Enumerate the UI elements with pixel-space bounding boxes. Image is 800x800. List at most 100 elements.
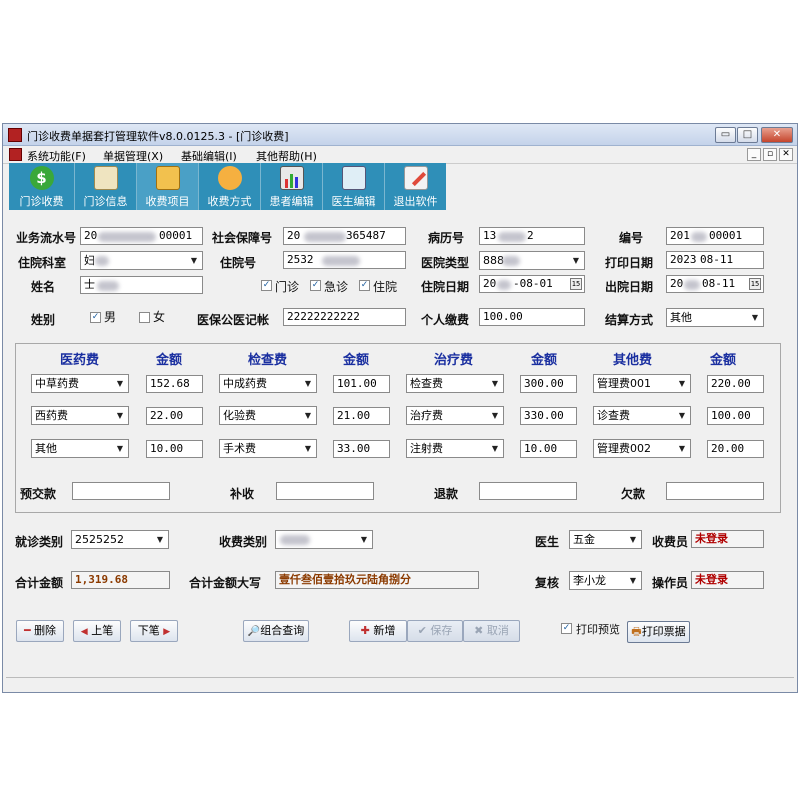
prev-button[interactable]: ◀ 上笔 — [73, 620, 121, 642]
outpatient-checkbox[interactable]: ✓ — [261, 280, 272, 291]
redaction-blur — [97, 281, 119, 291]
delete-button[interactable]: ━ 删除 — [16, 620, 64, 642]
female-checkbox[interactable] — [139, 312, 150, 323]
admit-date-input[interactable]: 20 -08-01 15 — [479, 275, 585, 293]
chevron-down-icon: ▼ — [156, 535, 164, 544]
fee-amount-input[interactable]: 21.00 — [333, 407, 390, 425]
refund-input[interactable] — [479, 482, 577, 500]
toolbar-charge-items[interactable]: 收费项目 — [137, 163, 199, 210]
fee-amount-input[interactable]: 10.00 — [520, 440, 577, 458]
print-button[interactable]: 🖶打印票据 — [627, 621, 690, 643]
owed-input[interactable] — [666, 482, 764, 500]
menu-basic-edit[interactable]: 基础编辑(I) — [181, 148, 237, 164]
fee-item-select[interactable]: 检查费 ▼ — [406, 374, 504, 393]
fee-column-header: 其他费 — [613, 353, 653, 368]
print-date-suffix: 08-11 — [700, 253, 734, 266]
toolbar-charge-method[interactable]: 收费方式 — [199, 163, 261, 210]
serial-input[interactable]: 20 00001 — [80, 227, 203, 245]
fee-column-header: 检查费 — [248, 353, 288, 368]
admit-date-label: 住院日期 — [421, 280, 470, 294]
record-suffix: 2 — [527, 229, 534, 242]
supplement-input[interactable] — [276, 482, 374, 500]
review-select[interactable]: 李小龙 ▼ — [569, 571, 642, 590]
name-input[interactable]: 士 — [80, 276, 203, 294]
fee-item-select[interactable]: 诊查费 ▼ — [593, 406, 691, 425]
toolbar-outpatient-charge[interactable]: $ 门诊收费 — [9, 163, 75, 210]
serial-prefix: 20 — [84, 229, 98, 242]
hospital-type-select[interactable]: 888 ▼ — [479, 251, 585, 270]
fee-item-select[interactable]: 中成药费 ▼ — [219, 374, 317, 393]
discharge-date-input[interactable]: 20 08-11 15 — [666, 275, 764, 293]
menu-help[interactable]: 其他帮助(H) — [256, 148, 317, 164]
fee-item-select[interactable]: 手术费 ▼ — [219, 439, 317, 458]
fee-item-select[interactable]: 注射费 ▼ — [406, 439, 504, 458]
inpatient-checkbox[interactable]: ✓ — [359, 280, 370, 291]
save-button[interactable]: ✔ 保存 — [407, 620, 463, 642]
fee-amount-input[interactable]: 20.00 — [707, 440, 764, 458]
close-button[interactable]: ✕ — [761, 127, 793, 143]
male-checkbox[interactable]: ✓ — [90, 312, 101, 323]
menu-system[interactable]: 系统功能(F) — [27, 148, 86, 164]
print-date-input[interactable]: 2023 08-11 — [666, 251, 764, 269]
fee-amount-input[interactable]: 100.00 — [707, 407, 764, 425]
calendar-icon[interactable]: 15 — [570, 278, 582, 290]
toolbar-patient-edit[interactable]: 患者编辑 — [261, 163, 323, 210]
doctor-value: 五金 — [573, 533, 595, 546]
fee-column-header: 金额 — [710, 353, 737, 368]
record-input[interactable]: 13 2 — [479, 227, 585, 245]
fee-item-select[interactable]: 化验费 ▼ — [219, 406, 317, 425]
fee-amount-input[interactable]: 33.00 — [333, 440, 390, 458]
next-button[interactable]: 下笔 ▶ — [130, 620, 178, 642]
add-button[interactable]: ✚ 新增 — [349, 620, 407, 642]
toolbar-outpatient-info[interactable]: 门诊信息 — [75, 163, 137, 210]
fee-item-select[interactable]: 管理费001 ▼ — [593, 374, 691, 393]
insurance-input[interactable]: 22222222222 — [283, 308, 406, 326]
emergency-checkbox[interactable]: ✓ — [310, 280, 321, 291]
bed-input[interactable]: 2532 — [283, 251, 406, 269]
fee-amount-input[interactable]: 152.68 — [146, 375, 203, 393]
cancel-button[interactable]: ✖ 取消 — [463, 620, 520, 642]
fee-item-select[interactable]: 西药费 ▼ — [31, 406, 129, 425]
dollar-icon: $ — [29, 166, 54, 190]
dept-select[interactable]: 妇 ▼ — [80, 251, 203, 270]
fee-amount-input[interactable]: 220.00 — [707, 375, 764, 393]
chart-icon — [279, 166, 304, 190]
main-toolbar: $ 门诊收费 门诊信息 收费项目 收费方式 患者编辑 医生编辑 退出软件 — [9, 163, 446, 210]
fee-item-select[interactable]: 中草药费 ▼ — [31, 374, 129, 393]
fee-column-header: 金额 — [531, 353, 558, 368]
doctor-select[interactable]: 五金 ▼ — [569, 530, 642, 549]
maximize-button[interactable]: □ — [737, 127, 758, 143]
mdi-restore-button[interactable]: ▫ — [763, 148, 777, 161]
fee-amount-input[interactable]: 330.00 — [520, 407, 577, 425]
cancel-label: 取消 — [486, 624, 509, 637]
visit-type-select[interactable]: 2525252 ▼ — [71, 530, 169, 549]
combo-query-button[interactable]: 🔎组合查询 — [243, 620, 309, 642]
calendar-icon[interactable]: 15 — [749, 278, 761, 290]
prepay-input[interactable] — [72, 482, 170, 500]
fee-amount-input[interactable]: 22.00 — [146, 407, 203, 425]
menu-documents[interactable]: 单据管理(X) — [103, 148, 163, 164]
fee-item-select[interactable]: 管理费002 ▼ — [593, 439, 691, 458]
fee-item-select[interactable]: 其他 ▼ — [31, 439, 129, 458]
settle-select[interactable]: 其他 ▼ — [666, 308, 764, 327]
self-pay-input[interactable]: 100.00 — [479, 308, 585, 326]
toolbar-exit[interactable]: 退出软件 — [385, 163, 446, 210]
social-input[interactable]: 20 365487 — [283, 227, 406, 245]
redaction-blur — [691, 232, 707, 242]
toolbar-label: 收费方式 — [207, 195, 252, 208]
charge-type-select[interactable]: ▼ — [275, 530, 373, 549]
gender-label: 姓别 — [31, 313, 56, 327]
fee-item-select[interactable]: 治疗费 ▼ — [406, 406, 504, 425]
mdi-close-button[interactable]: ✕ — [779, 148, 793, 161]
fee-amount-input[interactable]: 101.00 — [333, 375, 390, 393]
fee-column-header: 治疗费 — [434, 353, 474, 368]
redaction-blur — [98, 232, 156, 242]
mdi-minimize-button[interactable]: _ — [747, 148, 761, 161]
admit-date-suffix: -08-01 — [513, 277, 553, 290]
fee-amount-input[interactable]: 300.00 — [520, 375, 577, 393]
fee-amount-input[interactable]: 10.00 — [146, 440, 203, 458]
no-input[interactable]: 201 00001 — [666, 227, 764, 245]
toolbar-doctor-edit[interactable]: 医生编辑 — [323, 163, 385, 210]
minimize-button[interactable]: ▭ — [715, 127, 736, 143]
print-preview-checkbox[interactable]: ✓ — [561, 623, 572, 634]
